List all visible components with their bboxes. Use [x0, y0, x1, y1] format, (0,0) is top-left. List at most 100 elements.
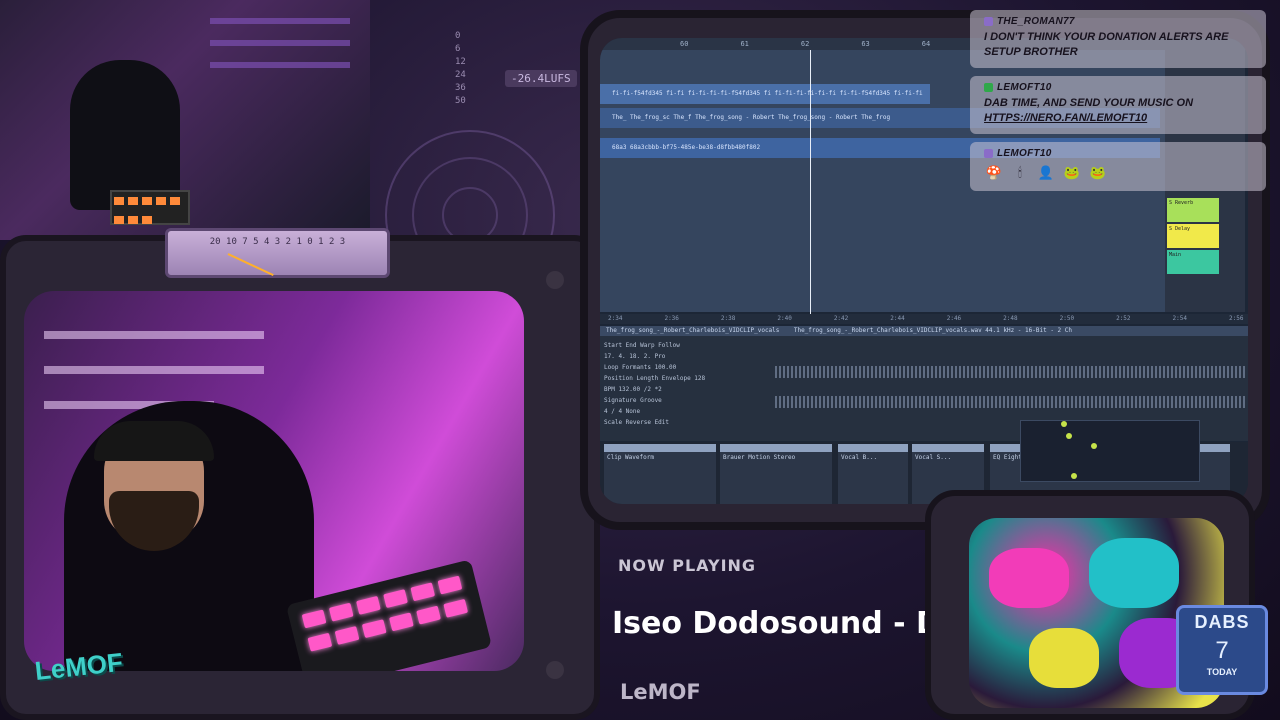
eq-band-handle[interactable] — [1071, 473, 1077, 479]
main-track[interactable]: Main — [1167, 250, 1219, 274]
now-playing-artist: LeMOF — [620, 680, 701, 704]
ruler-mark: 63 — [861, 40, 870, 48]
hooded-figure-emote-icon: 👤 — [1037, 165, 1055, 180]
twitch-badge-icon — [984, 149, 993, 158]
chat-box: THE_ROMAN77 I DON'T THINK YOUR DONATION … — [970, 10, 1266, 199]
streamer-cap — [94, 421, 214, 461]
now-playing-label: NOW PLAYING — [618, 556, 757, 575]
top-camera-feed — [0, 0, 370, 240]
sample-waveform[interactable] — [775, 348, 1245, 428]
time-mark: 2:50 — [1059, 315, 1075, 322]
waveform-channel — [775, 396, 1245, 408]
eq-band-handle[interactable] — [1091, 443, 1097, 449]
chat-message: LEMOFT10 DAB TIME, AND SEND YOUR MUSIC O… — [970, 76, 1266, 134]
time-mark: 2:52 — [1116, 315, 1131, 322]
dab-counter-value: 7 — [1215, 637, 1229, 664]
return-track-delay[interactable]: S Delay — [1167, 224, 1219, 248]
clip-param[interactable]: 4 / 4 None — [604, 406, 764, 417]
vu-needle — [227, 253, 274, 277]
dab-counter: DABS 7 TODAY — [1176, 605, 1268, 695]
vu-meter: 20 10 7 5 4 3 2 1 0 1 2 3 — [165, 228, 390, 278]
chat-message: THE_ROMAN77 I DON'T THINK YOUR DONATION … — [970, 10, 1266, 68]
dab-pen-emote-icon: 🕯 — [1018, 165, 1022, 180]
drum-pad-controller — [110, 190, 190, 225]
vu-scale: 20 10 7 5 4 3 2 1 0 1 2 3 — [209, 237, 346, 247]
chat-text-part: DAB TIME, AND SEND YOUR MUSIC ON — [984, 97, 1194, 109]
device-brauer-motion[interactable]: Brauer Motion Stereo — [720, 444, 832, 504]
meter-tick: 0 — [455, 31, 461, 41]
ruler-mark: 61 — [740, 40, 749, 48]
time-mark: 2:46 — [946, 315, 962, 322]
frog-emote-icon: 🐸 — [1089, 165, 1107, 180]
time-mark: 2:48 — [1003, 315, 1018, 322]
midi-clip[interactable]: fi-fi-f54fd345 fi-fi fi-fi-fi-fi-f54fd34… — [600, 84, 930, 104]
main-camera-feed — [24, 291, 524, 671]
frog-emote-icon: 🐸 — [1063, 165, 1081, 180]
shelf — [210, 18, 350, 24]
lemof-logo: LeMOF — [33, 646, 125, 686]
subscriber-badge-icon — [984, 83, 993, 92]
device-vocal-b[interactable]: Vocal B... — [838, 444, 908, 504]
playhead[interactable] — [810, 50, 811, 320]
lufs-readout: -26.4LUFS — [505, 70, 577, 87]
meter-tick: 24 — [455, 70, 466, 80]
eq-curve-display[interactable] — [1020, 420, 1200, 482]
meter-scale: 0 6 12 24 36 50 — [455, 30, 466, 108]
shelf — [44, 366, 264, 374]
clip-param[interactable]: Scale Reverse Edit — [604, 417, 764, 428]
twitch-badge-icon — [984, 17, 993, 26]
time-mark: 2:54 — [1172, 315, 1187, 322]
streamer-silhouette — [70, 60, 180, 210]
eq-band-handle[interactable] — [1061, 421, 1067, 427]
shelf — [210, 62, 350, 68]
dab-counter-subtitle: TODAY — [1206, 667, 1238, 677]
time-mark: 2:44 — [890, 315, 905, 322]
chat-message: LEMOFT10 🍄 🕯 👤 🐸 🐸 — [970, 142, 1266, 191]
tv-knob — [546, 661, 564, 679]
time-ruler[interactable]: 2:34 2:36 2:38 2:40 2:42 2:44 2:46 2:48 … — [600, 314, 1248, 324]
meter-tick: 12 — [455, 57, 466, 67]
mpc-controller — [285, 559, 493, 671]
eq-band-handle[interactable] — [1066, 433, 1072, 439]
return-track-reverb[interactable]: S Reverb — [1167, 198, 1219, 222]
tv-knob — [546, 271, 564, 289]
username-text: LEMOFT10 — [997, 148, 1052, 159]
time-mark: 2:36 — [664, 315, 679, 322]
shelf — [44, 331, 264, 339]
username-text: THE_ROMAN77 — [997, 16, 1075, 27]
dab-counter-title: DABS — [1194, 612, 1250, 632]
clip-properties[interactable]: Start End Warp Follow 17. 4. 18. 2. Pro … — [604, 340, 764, 440]
clip-header: The_frog_song_-_Robert_Charlebois_VIDCLI… — [600, 326, 1248, 336]
username-text: LEMOFT10 — [997, 82, 1052, 93]
chat-username: LEMOFT10 — [984, 82, 1256, 93]
chat-link[interactable]: HTTPS://NERO.FAN/LEMOFT10 — [984, 112, 1147, 124]
chat-text: DAB TIME, AND SEND YOUR MUSIC ON HTTPS:/… — [984, 96, 1256, 126]
stream-overlay: 0 6 12 24 36 50 -26.4LUFS LeMOF 20 10 7 … — [0, 0, 1280, 720]
chat-text: I DON'T THINK YOUR DONATION ALERTS ARE S… — [984, 31, 1229, 58]
ruler-mark: 64 — [921, 40, 931, 48]
shelf — [210, 40, 350, 46]
meter-tick: 6 — [455, 44, 461, 54]
meter-tick: 50 — [455, 96, 466, 106]
ruler-mark: 62 — [800, 40, 810, 48]
clip-file-info: The_frog_song_-_Robert_Charlebois_VIDCLI… — [793, 327, 1072, 334]
clip-param: Start End Warp Follow — [604, 342, 680, 349]
time-mark: 2:56 — [1228, 315, 1244, 322]
clip-name[interactable]: The_frog_song_-_Robert_Charlebois_VIDCLI… — [606, 327, 779, 334]
main-camera-tv: LeMOF — [0, 235, 600, 720]
time-mark: 2:34 — [608, 315, 623, 322]
waveform-channel — [775, 366, 1245, 378]
emote-row: 🍄 🕯 👤 🐸 🐸 — [984, 163, 1256, 183]
clip-param[interactable]: Position Length Envelope 128 — [604, 373, 764, 384]
clip-param[interactable]: BPM 132.00 /2 *2 — [604, 384, 764, 395]
info-view: Clip Waveform — [604, 444, 716, 504]
time-mark: 2:40 — [777, 315, 792, 322]
ruler-mark: 60 — [680, 40, 689, 48]
time-mark: 2:42 — [833, 315, 849, 322]
chat-username: LEMOFT10 — [984, 148, 1256, 159]
time-mark: 2:38 — [720, 315, 736, 322]
clip-param: Signature Groove — [604, 397, 662, 404]
clip-param[interactable]: Loop Formants 100.00 — [604, 362, 764, 373]
mushroom-emote-icon: 🍄 — [985, 165, 1003, 180]
clip-param[interactable]: 17. 4. 18. 2. Pro — [604, 351, 764, 362]
